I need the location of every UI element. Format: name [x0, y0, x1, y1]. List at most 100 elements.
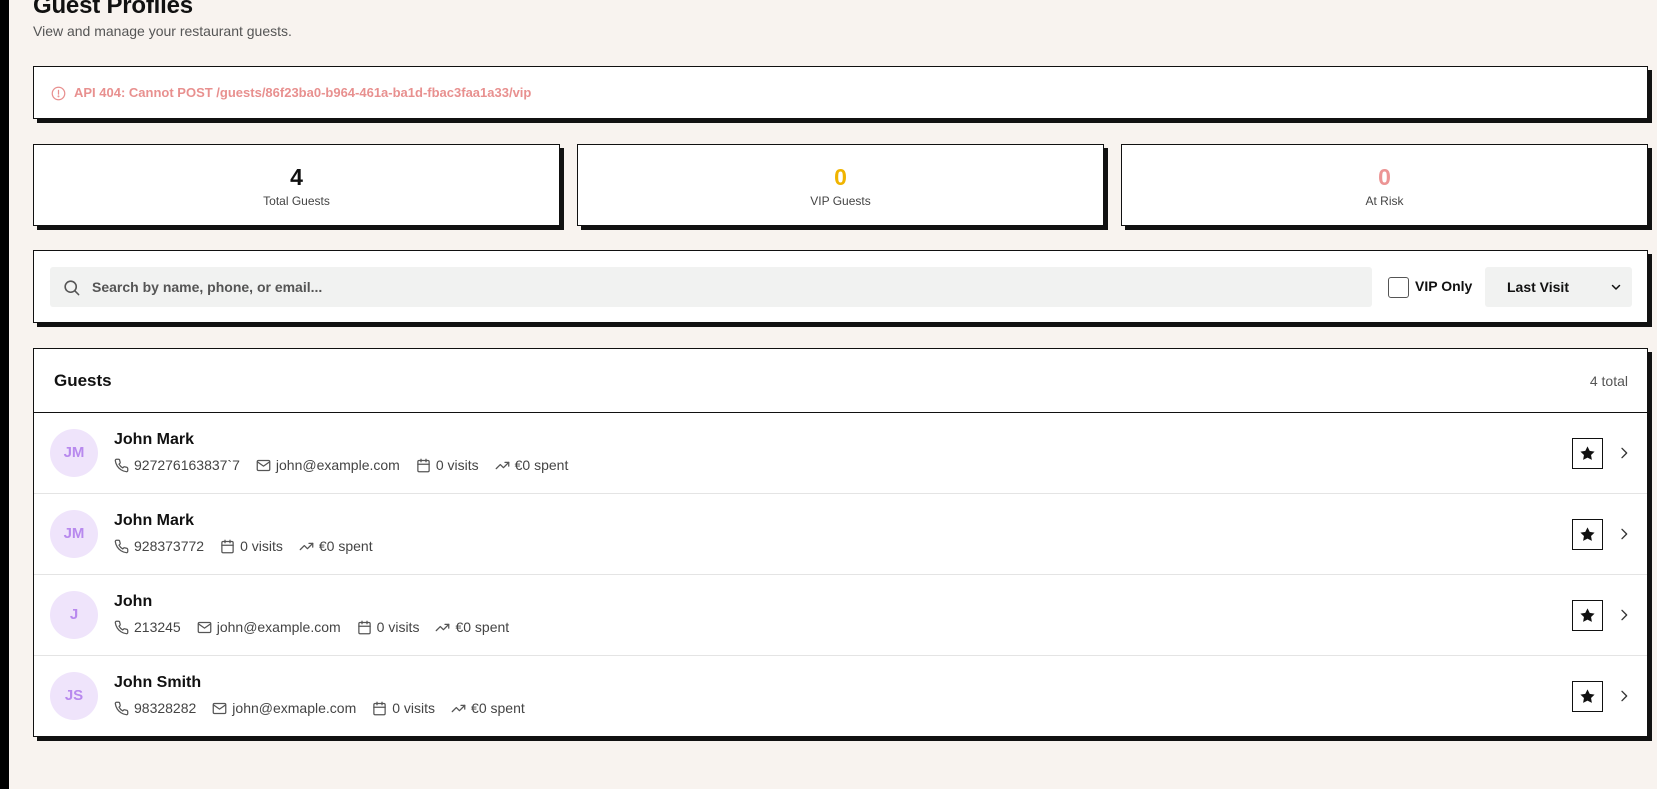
stat-label: VIP Guests [810, 194, 871, 208]
stat-card-vip-guests: 0 VIP Guests [577, 144, 1104, 226]
error-banner: API 404: Cannot POST /guests/86f23ba0-b9… [33, 66, 1648, 119]
spent-text: €0 spent [455, 619, 510, 635]
vip-star-button[interactable] [1572, 681, 1603, 712]
mail-icon [197, 621, 212, 633]
guest-spent: €0 spent [451, 700, 525, 716]
guests-count: 4 total [1589, 373, 1628, 389]
stat-card-total-guests: 4 Total Guests [33, 144, 560, 226]
guest-name: John Mark [114, 431, 195, 448]
chevron-right-icon[interactable] [1616, 607, 1632, 623]
chevron-right-icon[interactable] [1616, 526, 1632, 542]
star-icon [1580, 689, 1595, 703]
guest-row[interactable]: J John 213245 john@example.com 0 visits [34, 575, 1647, 656]
guest-meta: 928373772 0 visits €0 spent [114, 538, 389, 554]
guest-name: John Mark [114, 512, 195, 529]
guest-visits: 0 visits [220, 538, 283, 554]
trending-up-icon [495, 461, 509, 469]
guest-phone: 928373772 [114, 538, 204, 554]
vip-star-button[interactable] [1572, 600, 1603, 631]
chevron-right-icon[interactable] [1616, 688, 1632, 704]
guests-list-card: Guests 4 total JM John Mark 927276163837… [33, 348, 1648, 737]
spent-text: €0 spent [318, 538, 373, 554]
guest-name: John [114, 593, 153, 610]
guest-email: john@exmaple.com [212, 700, 356, 716]
guest-name: John Smith [114, 674, 202, 691]
calendar-icon [357, 620, 371, 634]
guest-spent: €0 spent [435, 619, 509, 635]
email-text: john@exmaple.com [232, 700, 357, 716]
guests-header: Guests 4 total [34, 349, 1647, 413]
guest-meta: 98328282 john@exmaple.com 0 visits €0 sp… [114, 700, 541, 716]
vip-only-label[interactable]: VIP Only [1415, 278, 1472, 294]
vip-star-button[interactable] [1572, 438, 1603, 469]
sort-selected-value: Last Visit [1507, 279, 1569, 295]
phone-text: 213245 [134, 619, 181, 635]
guest-phone: 213245 [114, 619, 181, 635]
guest-email: john@example.com [197, 619, 341, 635]
chevron-down-icon [1611, 284, 1621, 290]
trending-up-icon [436, 623, 450, 631]
phone-icon [114, 458, 129, 472]
spent-text: €0 spent [514, 457, 569, 473]
mail-icon [212, 702, 227, 714]
mail-icon [256, 459, 271, 471]
guest-phone: 98328282 [114, 700, 196, 716]
avatar: JM [50, 510, 98, 558]
vip-star-button[interactable] [1572, 519, 1603, 550]
vip-only-checkbox[interactable] [1388, 277, 1409, 298]
avatar: JS [50, 672, 98, 720]
visits-text: 0 visits [392, 700, 436, 716]
search-icon [64, 280, 80, 296]
error-message: API 404: Cannot POST /guests/86f23ba0-b9… [74, 85, 532, 100]
guest-meta: 213245 john@example.com 0 visits €0 spen… [114, 619, 525, 635]
trending-up-icon [451, 704, 466, 712]
stat-card-at-risk: 0 At Risk [1121, 144, 1648, 226]
calendar-icon [221, 539, 234, 553]
calendar-icon [373, 701, 386, 715]
search-input[interactable] [92, 267, 1362, 307]
stat-value: 0 [1378, 164, 1391, 190]
search-box [50, 267, 1372, 307]
guest-visits: 0 visits [357, 619, 420, 635]
guest-email: john@example.com [256, 457, 400, 473]
visits-text: 0 visits [376, 619, 420, 635]
avatar: J [50, 591, 98, 639]
stat-value: 4 [290, 164, 303, 190]
guest-visits: 0 visits [416, 457, 479, 473]
filter-bar: VIP Only Last Visit [33, 250, 1648, 323]
spent-text: €0 spent [471, 700, 525, 716]
trending-up-icon [299, 542, 314, 550]
star-icon [1580, 527, 1595, 541]
phone-icon [114, 701, 129, 715]
stat-label: At Risk [1365, 194, 1404, 208]
chevron-right-icon[interactable] [1616, 445, 1632, 461]
guest-row[interactable]: JM John Mark 927276163837`7 john@example… [34, 413, 1647, 494]
phone-icon [114, 620, 129, 634]
phone-icon [114, 539, 129, 553]
guest-row[interactable]: JS John Smith 98328282 john@exmaple.com … [34, 656, 1647, 737]
left-edge-bar [0, 0, 9, 789]
star-icon [1580, 608, 1595, 622]
phone-text: 927276163837`7 [134, 457, 240, 473]
avatar: JM [50, 429, 98, 477]
email-text: john@example.com [216, 619, 341, 635]
guests-title: Guests [54, 371, 112, 390]
phone-text: 98328282 [134, 700, 197, 716]
sort-select[interactable]: Last Visit [1485, 267, 1632, 307]
page-title: Guest Profiles [33, 0, 193, 19]
guest-visits: 0 visits [372, 700, 435, 716]
calendar-icon [417, 458, 430, 472]
stat-value: 0 [834, 164, 847, 190]
page-subtitle: View and manage your restaurant guests. [33, 23, 292, 39]
guest-spent: €0 spent [495, 457, 569, 473]
guest-meta: 927276163837`7 john@example.com 0 visits… [114, 457, 584, 473]
email-text: john@example.com [275, 457, 400, 473]
alert-circle-icon [51, 86, 66, 101]
guest-spent: €0 spent [299, 538, 373, 554]
phone-text: 928373772 [134, 538, 205, 554]
star-icon [1580, 446, 1595, 460]
guest-phone: 927276163837`7 [114, 457, 240, 473]
stat-label: Total Guests [263, 194, 330, 208]
visits-text: 0 visits [240, 538, 283, 554]
guest-row[interactable]: JM John Mark 928373772 0 visits €0 spent [34, 494, 1647, 575]
